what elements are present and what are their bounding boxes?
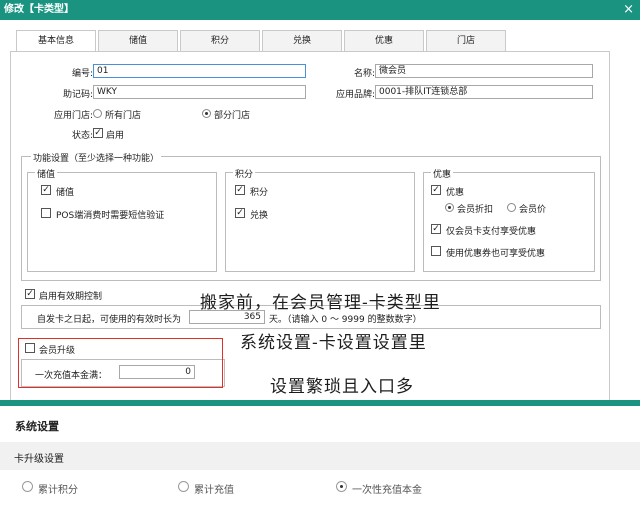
code-input[interactable]: 01 xyxy=(93,64,306,78)
discount-checkbox[interactable]: ✓ xyxy=(431,185,441,195)
pos-sms-text: POS端消费时需要短信验证 xyxy=(56,211,165,221)
close-icon[interactable]: × xyxy=(623,0,634,20)
tab-discount[interactable]: 优惠 xyxy=(344,30,424,52)
upgrade-accum-recharge-text: 累计充值 xyxy=(194,485,234,496)
features-legend: 功能设置（至少选择一种功能） xyxy=(31,151,162,164)
annotation-line-3: 设置繁琐且入口多 xyxy=(270,377,414,397)
annotation-line-1: 搬家前，在会员管理-卡类型里 xyxy=(200,293,441,313)
tab-bar: 基本信息 储值 积分 兑换 优惠 门店 xyxy=(16,30,508,52)
tab-points[interactable]: 积分 xyxy=(180,30,260,52)
redeem-text: 兑换 xyxy=(250,211,269,221)
coupon-text: 使用优惠券也可享受优惠 xyxy=(446,249,546,259)
annotation-line-2: 系统设置-卡设置设置里 xyxy=(240,333,427,353)
points-checkbox[interactable]: ✓ xyxy=(235,185,245,195)
system-settings-title: 系统设置 xyxy=(15,420,59,433)
card-upgrade-band xyxy=(0,442,640,470)
upgrade-accum-recharge-radio[interactable] xyxy=(178,481,189,492)
mnemonic-input[interactable]: WKY xyxy=(93,85,306,99)
stores-partial-radio[interactable] xyxy=(202,109,211,118)
validity-unit: 天。（请输入 0 ～ 9999 的整数数字） xyxy=(269,315,422,325)
validity-label: 启用有效期控制 xyxy=(39,292,103,302)
card-only-checkbox[interactable]: ✓ xyxy=(431,224,441,234)
modal-body: 基本信息 储值 积分 兑换 优惠 门店 编号: 01 名称: 微会员 助记码: … xyxy=(0,20,640,418)
tab-stores[interactable]: 门店 xyxy=(426,30,506,52)
name-input[interactable]: 微会员 xyxy=(375,64,593,78)
upgrade-accum-points-text: 累计积分 xyxy=(38,485,78,496)
status-enabled-text: 启用 xyxy=(106,131,125,141)
card-only-text: 仅会员卡支付享受优惠 xyxy=(446,227,537,237)
stores-all-text: 所有门店 xyxy=(105,111,142,121)
discount-text: 优惠 xyxy=(446,188,465,198)
stores-label: 应用门店: xyxy=(53,111,93,121)
member-discount-text: 会员折扣 xyxy=(457,205,494,215)
stored-value-checkbox[interactable]: ✓ xyxy=(41,185,51,195)
coupon-checkbox[interactable] xyxy=(431,246,441,256)
upgrade-single-recharge-radio[interactable] xyxy=(336,481,347,492)
mnemonic-label: 助记码: xyxy=(62,90,93,100)
tab-redeem[interactable]: 兑换 xyxy=(262,30,342,52)
status-enabled-checkbox[interactable]: ✓ xyxy=(93,128,103,138)
brand-label: 应用品牌: xyxy=(335,90,375,100)
stored-value-legend: 储值 xyxy=(35,167,58,180)
code-label: 编号: xyxy=(71,69,93,79)
name-label: 名称: xyxy=(353,69,375,79)
validity-checkbox[interactable]: ✓ xyxy=(25,289,35,299)
dialog-titlebar: 修改【卡类型】 × xyxy=(0,0,640,20)
status-label: 状态: xyxy=(71,131,93,141)
points-text: 积分 xyxy=(250,188,269,198)
points-legend: 积分 xyxy=(233,167,256,180)
tab-stored-value[interactable]: 储值 xyxy=(98,30,178,52)
dialog-title: 修改【卡类型】 xyxy=(4,4,74,15)
tab-basic-info[interactable]: 基本信息 xyxy=(16,30,96,52)
upgrade-accum-points-radio[interactable] xyxy=(22,481,33,492)
validity-desc: 自发卡之日起，可使用的有效时长为 xyxy=(37,315,182,325)
member-price-radio[interactable] xyxy=(507,203,516,212)
stores-partial-text: 部分门店 xyxy=(214,111,251,121)
card-upgrade-title: 卡升级设置 xyxy=(14,454,64,465)
member-discount-radio[interactable] xyxy=(445,203,454,212)
system-settings-header xyxy=(0,406,640,436)
highlight-box xyxy=(18,338,223,388)
stores-all-radio[interactable] xyxy=(93,109,102,118)
redeem-checkbox[interactable]: ✓ xyxy=(235,208,245,218)
brand-input[interactable]: 0001-排队IT连锁总部 xyxy=(375,85,593,99)
discount-legend: 优惠 xyxy=(431,167,454,180)
upgrade-single-recharge-text: 一次性充值本金 xyxy=(352,485,422,496)
pos-sms-checkbox[interactable] xyxy=(41,208,51,218)
stored-value-text: 储值 xyxy=(56,188,75,198)
member-price-text: 会员价 xyxy=(519,205,547,215)
